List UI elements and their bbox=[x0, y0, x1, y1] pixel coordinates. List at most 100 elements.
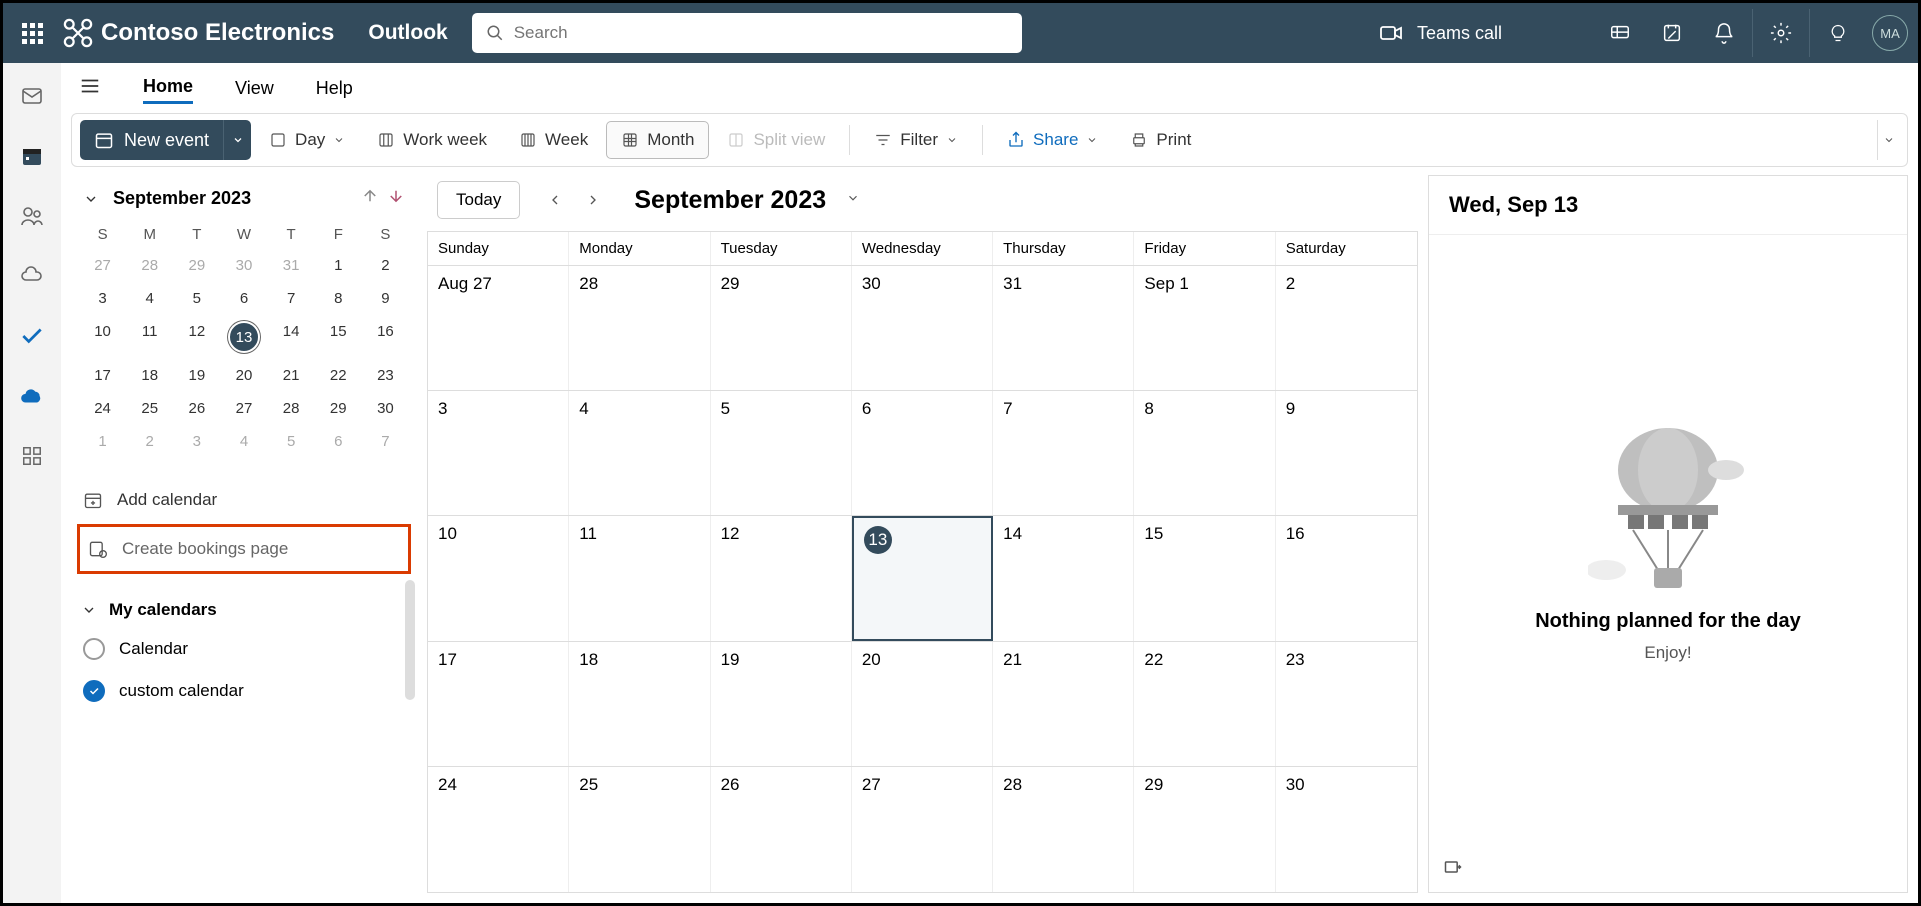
share-button[interactable]: Share bbox=[993, 121, 1112, 159]
calendar-cell[interactable]: 4 bbox=[569, 391, 710, 515]
calendar-cell[interactable]: 6 bbox=[852, 391, 993, 515]
mini-day-cell[interactable]: 15 bbox=[315, 315, 362, 359]
calendar-cell[interactable]: 18 bbox=[569, 642, 710, 766]
mini-day-cell[interactable]: 22 bbox=[315, 359, 362, 392]
mini-day-cell[interactable]: 19 bbox=[173, 359, 220, 392]
calendar-cell[interactable]: 5 bbox=[711, 391, 852, 515]
avatar[interactable]: MA bbox=[1872, 15, 1908, 51]
create-bookings-link[interactable]: Create bookings page bbox=[82, 531, 406, 567]
calendar-cell[interactable]: 25 bbox=[569, 767, 710, 892]
tab-help[interactable]: Help bbox=[316, 74, 353, 103]
todo-module[interactable] bbox=[19, 323, 45, 349]
mini-day-cell[interactable]: 11 bbox=[126, 315, 173, 359]
calendar-cell[interactable]: 7 bbox=[993, 391, 1134, 515]
mini-day-cell[interactable]: 12 bbox=[173, 315, 220, 359]
calendar-cell[interactable]: 31 bbox=[993, 266, 1134, 390]
bell-icon[interactable] bbox=[1700, 9, 1748, 57]
hamburger-menu[interactable] bbox=[79, 75, 101, 102]
mail-module[interactable] bbox=[19, 83, 45, 109]
calendar-cell[interactable]: 19 bbox=[711, 642, 852, 766]
mini-day-cell[interactable]: 3 bbox=[173, 425, 220, 458]
mini-day-cell[interactable]: 28 bbox=[268, 392, 315, 425]
mini-day-cell[interactable]: 20 bbox=[220, 359, 267, 392]
calendar-cell[interactable]: 21 bbox=[993, 642, 1134, 766]
calendar-item[interactable]: Calendar bbox=[77, 628, 411, 670]
view-month[interactable]: Month bbox=[606, 121, 709, 159]
app-name[interactable]: Outlook bbox=[368, 21, 447, 45]
calendar-cell[interactable]: 20 bbox=[852, 642, 993, 766]
calendar-cell[interactable]: Sep 1 bbox=[1134, 266, 1275, 390]
new-event-dropdown[interactable] bbox=[223, 120, 251, 160]
calendar-cell[interactable]: 24 bbox=[428, 767, 569, 892]
new-event-button[interactable]: New event bbox=[80, 120, 251, 160]
mini-day-cell[interactable]: 31 bbox=[268, 249, 315, 282]
calendar-module[interactable] bbox=[19, 143, 45, 169]
search-input[interactable] bbox=[514, 23, 1008, 43]
mini-day-cell[interactable]: 6 bbox=[220, 282, 267, 315]
calendar-checkbox[interactable] bbox=[83, 680, 105, 702]
calendar-cell[interactable]: 27 bbox=[852, 767, 993, 892]
files-module[interactable] bbox=[19, 263, 45, 289]
calendar-cell[interactable]: 12 bbox=[711, 516, 852, 640]
settings-icon[interactable] bbox=[1757, 9, 1805, 57]
calendar-cell[interactable]: 28 bbox=[993, 767, 1134, 892]
mini-day-cell[interactable]: 2 bbox=[126, 425, 173, 458]
calendar-cell[interactable]: 28 bbox=[569, 266, 710, 390]
mini-day-cell[interactable]: 1 bbox=[79, 425, 126, 458]
calendar-item[interactable]: custom calendar bbox=[77, 670, 411, 712]
print-button[interactable]: Print bbox=[1116, 121, 1205, 159]
calendar-cell[interactable]: 26 bbox=[711, 767, 852, 892]
calendar-cell[interactable]: Aug 27 bbox=[428, 266, 569, 390]
tab-home[interactable]: Home bbox=[143, 72, 193, 104]
calendar-cell[interactable]: 3 bbox=[428, 391, 569, 515]
mini-day-cell[interactable]: 13 bbox=[220, 315, 267, 359]
mini-day-cell[interactable]: 28 bbox=[126, 249, 173, 282]
filter-button[interactable]: Filter bbox=[860, 121, 972, 159]
mini-day-cell[interactable]: 29 bbox=[315, 392, 362, 425]
notes-icon[interactable] bbox=[1648, 9, 1696, 57]
app-launcher[interactable] bbox=[13, 14, 51, 52]
calendar-cell[interactable]: 23 bbox=[1276, 642, 1417, 766]
today-button[interactable]: Today bbox=[437, 181, 520, 219]
mini-day-cell[interactable]: 4 bbox=[220, 425, 267, 458]
mini-day-cell[interactable]: 1 bbox=[315, 249, 362, 282]
view-work-week[interactable]: Work week bbox=[363, 121, 501, 159]
tips-icon[interactable] bbox=[1814, 9, 1862, 57]
calendar-cell[interactable]: 2 bbox=[1276, 266, 1417, 390]
calendar-cell[interactable]: 13 bbox=[852, 516, 993, 640]
mini-day-cell[interactable]: 23 bbox=[362, 359, 409, 392]
calendar-cell[interactable]: 10 bbox=[428, 516, 569, 640]
tab-view[interactable]: View bbox=[235, 74, 274, 103]
mini-day-cell[interactable]: 26 bbox=[173, 392, 220, 425]
mini-day-cell[interactable]: 25 bbox=[126, 392, 173, 425]
mini-day-cell[interactable]: 27 bbox=[79, 249, 126, 282]
mini-cal-collapse[interactable] bbox=[83, 191, 99, 207]
calendar-checkbox[interactable] bbox=[83, 638, 105, 660]
scrollbar[interactable] bbox=[405, 580, 415, 700]
onedrive-module[interactable] bbox=[19, 383, 45, 409]
teams-chat-icon[interactable] bbox=[1596, 9, 1644, 57]
mini-day-cell[interactable]: 6 bbox=[315, 425, 362, 458]
calendar-cell[interactable]: 9 bbox=[1276, 391, 1417, 515]
my-calendars-group[interactable]: My calendars bbox=[77, 592, 411, 628]
mini-day-cell[interactable]: 3 bbox=[79, 282, 126, 315]
calendar-cell[interactable]: 14 bbox=[993, 516, 1134, 640]
agenda-expand-icon[interactable] bbox=[1443, 864, 1463, 881]
video-icon[interactable] bbox=[1379, 21, 1403, 45]
mini-day-cell[interactable]: 27 bbox=[220, 392, 267, 425]
view-day[interactable]: Day bbox=[255, 121, 359, 159]
mini-day-cell[interactable]: 7 bbox=[268, 282, 315, 315]
view-week[interactable]: Week bbox=[505, 121, 602, 159]
add-calendar-link[interactable]: Add calendar bbox=[77, 482, 411, 518]
next-period[interactable] bbox=[576, 183, 610, 217]
calendar-cell[interactable]: 22 bbox=[1134, 642, 1275, 766]
mini-day-cell[interactable]: 4 bbox=[126, 282, 173, 315]
calendar-cell[interactable]: 30 bbox=[1276, 767, 1417, 892]
prev-period[interactable] bbox=[538, 183, 572, 217]
mini-day-cell[interactable]: 5 bbox=[173, 282, 220, 315]
calendar-cell[interactable]: 16 bbox=[1276, 516, 1417, 640]
search-box[interactable] bbox=[472, 13, 1022, 53]
mini-day-cell[interactable]: 21 bbox=[268, 359, 315, 392]
mini-day-cell[interactable]: 2 bbox=[362, 249, 409, 282]
calendar-cell[interactable]: 29 bbox=[711, 266, 852, 390]
